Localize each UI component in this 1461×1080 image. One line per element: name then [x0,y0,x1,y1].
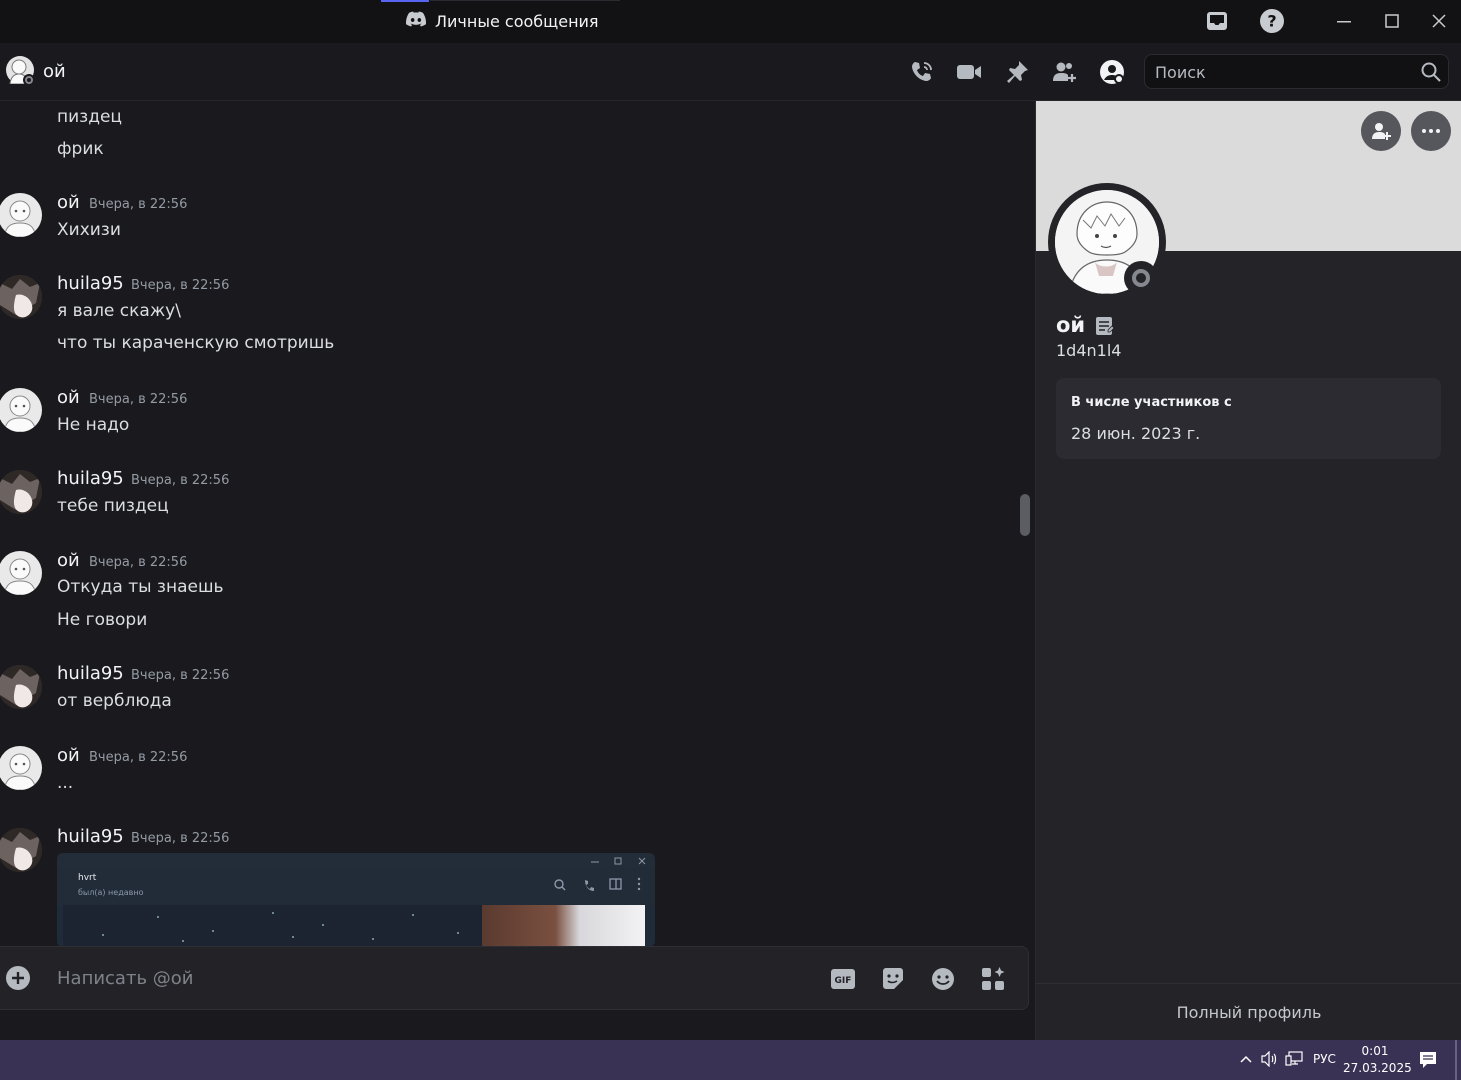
emoji-icon[interactable] [929,965,957,993]
show-desktop-button[interactable] [1455,1040,1457,1080]
message-author[interactable]: huila95 [57,826,124,847]
svg-text:?: ? [1267,12,1276,31]
avatar[interactable] [0,551,42,595]
message-line: Хихизи [57,220,121,240]
message-timestamp: Вчера, в 22:56 [89,555,188,570]
message-timestamp: Вчера, в 22:56 [131,473,230,488]
attachment-contact-name: hvrt [78,873,97,883]
message-input[interactable] [57,965,757,991]
message-author[interactable]: huila95 [57,663,124,684]
message-line: я вале скажу\ [57,301,181,321]
attachment-window-bar [57,853,655,867]
pin-icon[interactable] [1004,59,1030,85]
chat-scrollbar[interactable] [1020,494,1030,536]
header-name: ой [43,61,66,82]
message-line: фрик [57,139,104,159]
window-title-text: Личные сообщения [435,11,599,31]
profile-panel: ой 1d4n1l4 В числе участников с 28 июн. … [1035,101,1461,1040]
notifications-icon[interactable] [1419,1051,1437,1073]
inbox-icon[interactable] [1204,8,1230,34]
window-title: Личные сообщения [406,11,599,31]
message-line: от верблюда [57,691,172,711]
taskbar: РУС 0:01 27.03.2025 [0,1040,1461,1080]
message-author[interactable]: huila95 [57,468,124,489]
search-icon [1420,61,1442,87]
message-composer: GIF [0,946,1029,1010]
message-line: Не говори [57,610,148,630]
add-friend-button[interactable] [1361,111,1401,151]
chat-messages[interactable]: пиздец фрик ой Вчера, в 22:56 Хихизи hui… [0,101,1035,946]
message-timestamp: Вчера, в 22:56 [131,278,230,293]
apps-icon[interactable] [979,965,1007,993]
message-timestamp: Вчера, в 22:56 [89,750,188,765]
message-author[interactable]: ой [57,550,80,571]
message-timestamp: Вчера, в 22:56 [131,668,230,683]
voice-call-icon[interactable] [909,59,935,85]
message-timestamp: Вчера, в 22:56 [89,197,188,212]
keyboard-language[interactable]: РУС [1313,1052,1336,1066]
full-profile-button[interactable]: Полный профиль [1036,1003,1461,1022]
minimize-icon[interactable] [1331,8,1357,34]
header-status-ring [23,74,35,86]
more-options-button[interactable] [1411,111,1451,151]
chevron-up-icon[interactable] [1238,1051,1254,1071]
attachment-contact-status: был(а) недавно [78,888,144,897]
avatar[interactable] [0,275,42,319]
message-line: что ты караченскую смотришь [57,333,335,353]
avatar[interactable] [0,470,42,514]
message-line: ... [57,773,74,793]
offline-status-icon [1132,269,1150,287]
channel-header: ой [0,43,1461,101]
add-attachment-button[interactable] [5,965,31,991]
tray-clock-time[interactable]: 0:01 [1343,1044,1407,1058]
full-profile-footer: Полный профиль [1036,983,1461,1040]
close-icon[interactable] [1426,8,1452,34]
volume-icon[interactable] [1261,1050,1279,1071]
title-divider [430,0,620,1]
member-since-date: 28 июн. 2023 г. [1071,424,1201,443]
search-input[interactable] [1155,61,1405,83]
profile-display-name: ой [1056,313,1086,337]
message-author[interactable]: ой [57,745,80,766]
message-timestamp: Вчера, в 22:56 [131,831,230,846]
header-avatar[interactable] [6,56,35,86]
search-box[interactable] [1144,54,1449,89]
message-line: Откуда ты знаешь [57,577,224,597]
message-line: Не надо [57,415,130,435]
image-attachment[interactable]: hvrt был(а) недавно [57,853,655,946]
note-icon[interactable] [1095,316,1115,340]
maximize-icon[interactable] [1379,8,1405,34]
video-call-icon[interactable] [956,59,982,85]
avatar[interactable] [0,665,42,709]
avatar[interactable] [0,193,42,237]
message-line: пиздец [57,107,122,127]
network-icon[interactable] [1285,1051,1303,1071]
user-profile-icon[interactable] [1099,59,1125,85]
avatar[interactable] [0,388,42,432]
gif-label: GIF [835,976,852,986]
tray-clock-date[interactable]: 27.03.2025 [1343,1061,1412,1075]
avatar[interactable] [0,828,42,872]
message-timestamp: Вчера, в 22:56 [89,392,188,407]
add-friends-icon[interactable] [1051,59,1077,85]
help-icon[interactable]: ? [1259,8,1285,34]
title-bar: Личные сообщения ? [0,0,1461,43]
member-since-card: В числе участников с 28 июн. 2023 г. [1056,378,1441,459]
message-author[interactable]: ой [57,192,80,213]
discord-logo-icon [406,11,427,31]
message-author[interactable]: ой [57,387,80,408]
member-since-label: В числе участников с [1071,395,1232,410]
message-line: тебе пиздец [57,496,169,516]
message-author[interactable]: huila95 [57,273,124,294]
profile-username: 1d4n1l4 [1056,341,1122,360]
gif-button[interactable]: GIF [829,965,857,993]
attachment-photo [482,905,645,946]
avatar[interactable] [0,746,42,790]
active-indicator [381,0,429,2]
offline-status-icon [25,76,33,84]
sticker-icon[interactable] [879,965,907,993]
attachment-header [57,867,655,905]
